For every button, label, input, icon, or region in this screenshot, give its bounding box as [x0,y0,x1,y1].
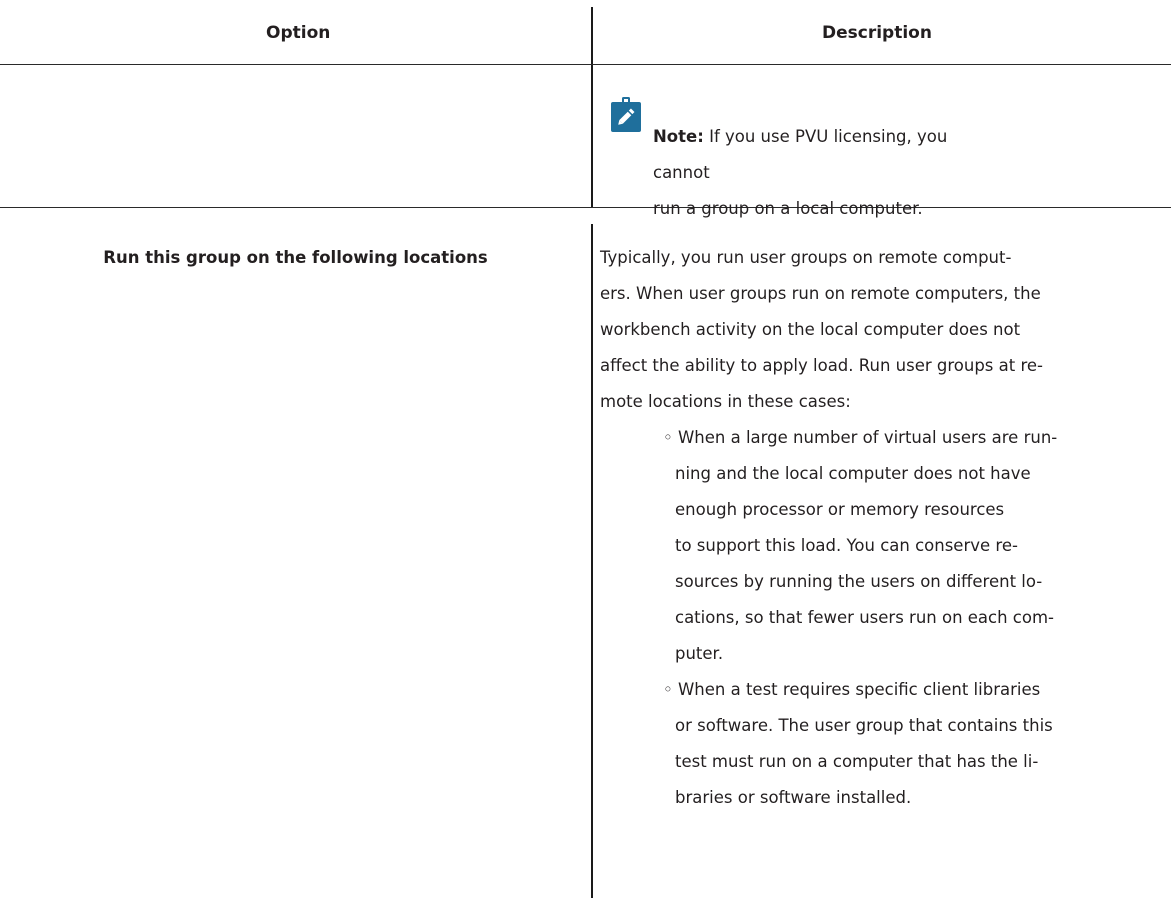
bullet-line: puter. [675,644,724,663]
bullet-line: to support this load. You can conserve r… [675,536,1018,555]
row-rule [0,207,1171,208]
bullet-line: test must run on a computer that has the… [675,752,1039,771]
option-run-locations: Run this group on the following location… [103,248,488,267]
description-line: ers. When user groups run on remote comp… [600,284,1041,303]
note-label: Note: [653,127,704,146]
bullet-icon: ◦ [663,680,678,699]
list-item: ◦ When a test requires specific client l… [663,672,1163,816]
bullet-line: When a large number of virtual users are… [677,428,1058,447]
column-divider-bottom [591,224,593,898]
pencil-note-icon [611,96,641,132]
note-line-2: run a group on a local computer. [653,199,923,218]
description-line: mote locations in these cases: [600,392,851,411]
bullet-line: When a test requires specific client lib… [677,680,1041,699]
bullet-list: ◦ When a large number of virtual users a… [663,420,1163,816]
header-rule [0,64,1171,65]
note-text: Note: If you use PVU licensing, you cann… [653,119,953,227]
header-description: Description [822,23,932,43]
column-divider-top [591,7,593,207]
description-line: affect the ability to apply load. Run us… [600,356,1044,375]
description-line: workbench activity on the local computer… [600,320,1021,339]
bullet-line: sources by running the users on differen… [675,572,1043,591]
header-option: Option [266,23,331,43]
bullet-line: or software. The user group that contain… [675,716,1053,735]
description-run-locations: Typically, you run user groups on remote… [600,240,1160,420]
bullet-line: enough processor or memory resources [675,500,1005,519]
bullet-line: cations, so that fewer users run on each… [675,608,1055,627]
bullet-icon: ◦ [663,428,678,447]
bullet-line: braries or software installed. [675,788,912,807]
description-line: Typically, you run user groups on remote… [600,248,1012,267]
list-item: ◦ When a large number of virtual users a… [663,420,1163,672]
bullet-line: ning and the local computer does not hav… [675,464,1031,483]
